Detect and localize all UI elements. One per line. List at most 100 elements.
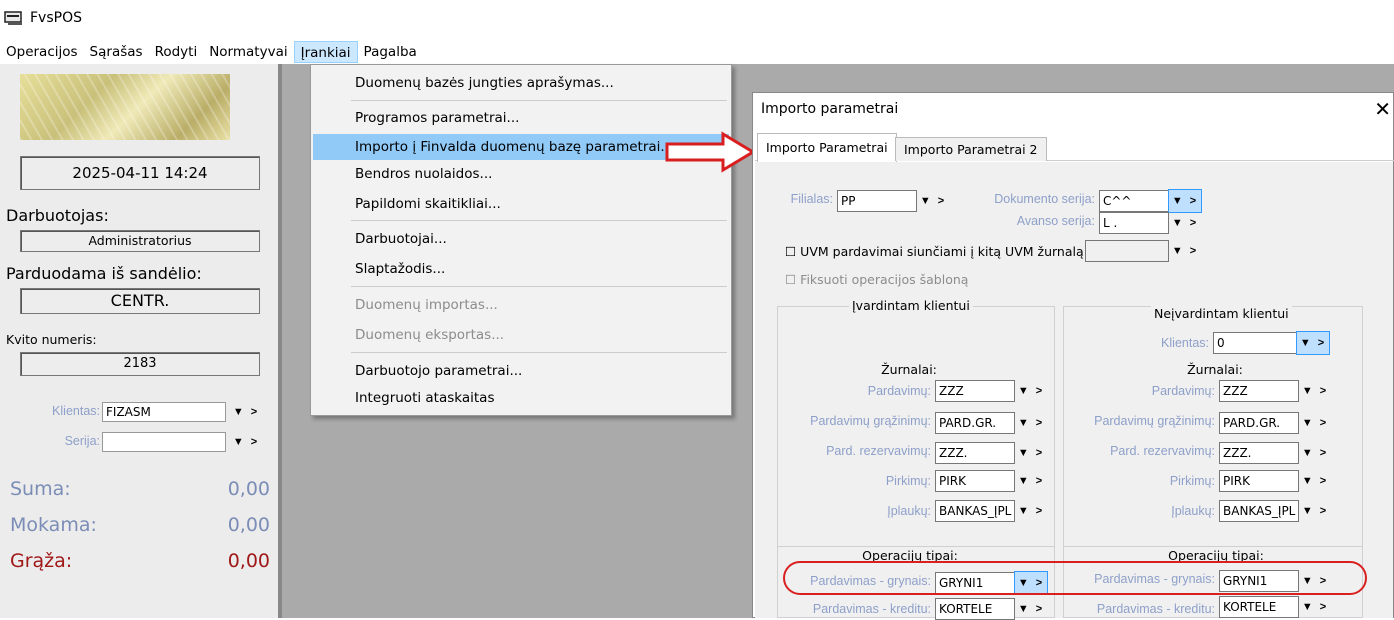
op-label: Pardavimas - kreditu: [1096,602,1215,616]
named-returns-journal[interactable]: PARD.GR. [935,412,1015,434]
doc-series-dropdown-icon[interactable]: ▼ > [1168,189,1202,213]
close-icon[interactable]: ✕ [1374,97,1391,121]
menu-item-employee-params[interactable]: Darbuotojo parametrai... [313,358,729,384]
journal-label: Pardavimų grąžinimų: [1094,414,1215,428]
op-label: Pardavimas - kreditu: [812,602,931,616]
menu-bar: Operacijos Sąrašas Rodyti Normatyvai Įra… [0,40,423,64]
journal-label: Pard. rezervavimų: [826,444,931,458]
menu-item-data-import[interactable]: Duomenų importas... [313,292,729,318]
menu-separator [351,352,727,353]
paying-row: Mokama: 0,00 [10,514,270,536]
menu-pagalba[interactable]: Pagalba [358,41,423,63]
advance-series-field[interactable]: L . [1099,212,1169,234]
pos-left-panel: 2025-04-11 14:24 Darbuotojas: Administra… [0,64,282,618]
tab-import-params-2[interactable]: Importo Parametrai 2 [895,137,1047,161]
dropdown-icon[interactable]: ▼ > [1015,442,1047,464]
unnamed-sales-journal[interactable]: ZZZ [1219,380,1299,402]
fix-template-checkbox[interactable]: ☐ Fiksuoti operacijos šabloną [785,272,968,287]
doc-series-label: Dokumento serija: [994,192,1095,206]
menu-item-password[interactable]: Slaptažodis... [313,256,729,282]
change-row: Grąža: 0,00 [10,550,270,572]
menu-rodyti[interactable]: Rodyti [149,41,204,63]
named-purchases-journal[interactable]: PIRK [935,470,1015,492]
menu-item-counters[interactable]: Papildomi skaitikliai... [313,191,729,217]
named-receipts-journal[interactable]: BANKAS_ĮPL [935,500,1015,522]
journal-label: Įplaukų: [887,504,931,518]
dropdown-icon[interactable]: ▼ > [1015,500,1047,522]
menu-irankiai[interactable]: Įrankiai [293,41,358,63]
dropdown-icon[interactable]: ▼ > [1299,412,1331,434]
unnamed-purchases-journal[interactable]: PIRK [1219,470,1299,492]
named-credit-op[interactable]: KORTELE [935,598,1015,620]
branch-field[interactable]: PP [837,190,917,212]
uvm-checkbox[interactable]: ☐ UVM pardavimai siunčiami į kitą UVM žu… [785,244,1088,259]
dropdown-icon[interactable]: ▼ > [1299,470,1331,492]
client-label: Klientas: [52,404,100,418]
journal-label: Pirkimų: [885,474,931,488]
change-label: Grąža: [10,550,73,572]
doc-series-field[interactable]: C^^ [1099,190,1169,212]
sum-row: Suma: 0,00 [10,478,270,500]
journal-label: Įplaukų: [1171,504,1215,518]
series-field[interactable] [102,432,226,452]
dropdown-icon[interactable]: ▼ > [1015,412,1047,434]
menu-normatyvai[interactable]: Normatyvai [203,41,293,63]
named-journals-title: Žurnalai: [881,362,937,377]
advance-series-label: Avanso serija: [1016,214,1095,228]
dropdown-icon[interactable]: ▼ > [1015,598,1047,620]
unnamed-receipts-journal[interactable]: BANKAS_ĮPL [1219,500,1299,522]
client-field[interactable]: FIZASM [102,402,226,422]
dropdown-icon[interactable]: ▼ > [1015,470,1047,492]
red-arrow-annotation [665,131,756,173]
dropdown-icon[interactable]: ▼ > [1299,380,1331,402]
dropdown-icon[interactable]: ▼ > [1015,380,1047,402]
series-dropdown-icon[interactable]: ▼ > [228,432,264,452]
title-bar: FvsPOS [0,0,1394,36]
uvm-dropdown-icon[interactable]: ▼ > [1169,240,1201,262]
menu-item-data-export[interactable]: Duomenų eksportas... [313,322,729,348]
unnamed-returns-journal[interactable]: PARD.GR. [1219,412,1299,434]
client-dropdown-icon[interactable]: ▼ > [228,402,264,422]
journal-label: Pardavimų: [867,384,931,398]
dropdown-icon[interactable]: ▼ > [1299,596,1331,618]
employee-display: Administratorius [20,230,260,252]
menu-item-program-params[interactable]: Programos parametrai... [313,105,729,131]
unnamed-reservations-journal[interactable]: ZZZ. [1219,442,1299,464]
menu-sarasas[interactable]: Sąrašas [84,41,149,63]
unnamed-credit-op[interactable]: KORTELE [1219,596,1299,618]
dropdown-icon[interactable]: ▼ > [1299,442,1331,464]
warehouse-label: Parduodama iš sandėlio: [6,264,202,283]
menu-item-integrated-reports[interactable]: Integruoti ataskaitas [313,385,729,411]
banner-image [20,74,230,140]
menu-operacijos[interactable]: Operacijos [0,41,84,63]
dialog-title: Importo parametrai [761,101,899,117]
unnamed-client-title: Neįvardintam klientui [1151,306,1292,321]
tab-strip: Importo Parametrai Importo Parametrai 2 [755,133,1394,162]
datetime-display: 2025-04-11 14:24 [20,156,260,190]
employee-label: Darbuotojas: [6,206,109,225]
journal-label: Pardavimų grąžinimų: [810,414,931,428]
branch-label: Filialas: [790,192,833,206]
change-value: 0,00 [227,550,270,572]
receipt-display: 2183 [20,352,260,376]
menu-item-db-connection[interactable]: Duomenų bazės jungties aprašymas... [313,70,729,96]
series-label: Serija: [64,434,100,448]
branch-dropdown-icon[interactable]: ▼ > [917,190,949,212]
named-reservations-journal[interactable]: ZZZ. [935,442,1015,464]
dropdown-icon[interactable]: ▼ > [1299,500,1331,522]
journal-label: Pirkimų: [1169,474,1215,488]
unnamed-client-field[interactable]: 0 [1213,332,1297,354]
tab-import-params[interactable]: Importo Parametrai [757,133,897,162]
tools-menu-dropdown: Duomenų bazės jungties aprašymas... Prog… [310,64,732,416]
named-sales-journal[interactable]: ZZZ [935,380,1015,402]
window-title: FvsPOS [30,10,82,26]
unnamed-client-dropdown-icon[interactable]: ▼ > [1296,331,1330,355]
journal-label: Pard. rezervavimų: [1110,444,1215,458]
unnamed-client-label: Klientas: [1161,336,1209,350]
import-params-dialog: Importo parametrai ✕ Importo Parametrai … [752,92,1394,620]
sum-value: 0,00 [227,478,270,500]
red-oval-annotation [783,561,1367,595]
menu-item-employees[interactable]: Darbuotojai... [313,226,729,252]
advance-series-dropdown-icon[interactable]: ▼ > [1169,212,1201,234]
uvm-journal-field[interactable] [1085,240,1169,262]
